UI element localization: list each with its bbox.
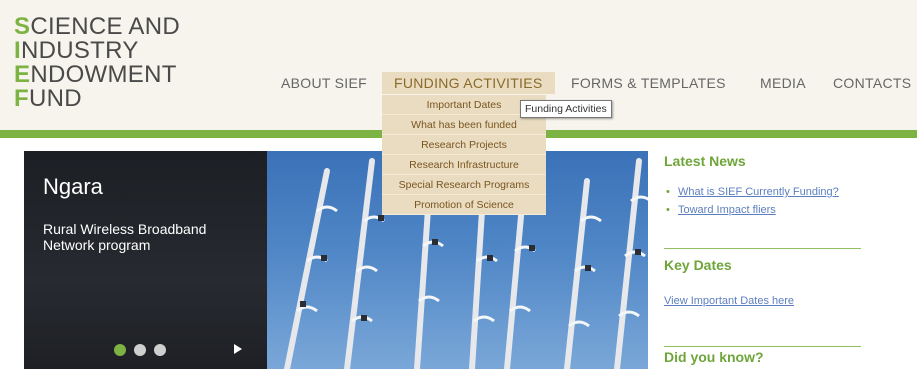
sidebar-divider xyxy=(664,248,861,249)
nav-item-contacts[interactable]: CONTACTS xyxy=(833,72,911,94)
dropdown-item-research-projects[interactable]: Research Projects xyxy=(382,135,546,155)
nav-item-forms-templates[interactable]: FORMS & TEMPLATES xyxy=(571,72,726,94)
logo-line-industry: INDUSTRY xyxy=(14,39,180,63)
slider-dot-2[interactable] xyxy=(134,344,146,356)
hero-title: Ngara xyxy=(43,174,103,199)
logo-initial: S xyxy=(14,13,31,40)
dropdown-item-promotion-of-science[interactable]: Promotion of Science xyxy=(382,195,546,215)
news-link-what-is-sief-funding[interactable]: What is SIEF Currently Funding? xyxy=(678,186,839,198)
latest-news-list: What is SIEF Currently Funding? Toward I… xyxy=(664,183,864,219)
slider-dot-3[interactable] xyxy=(154,344,166,356)
list-item: What is SIEF Currently Funding? xyxy=(664,183,864,201)
hero-slider: Ngara Rural Wireless Broadband Network p… xyxy=(24,151,648,369)
did-you-know-heading: Did you know? xyxy=(664,349,764,365)
logo-text: CIENCE AND xyxy=(30,13,181,40)
logo-initial: I xyxy=(14,37,21,64)
key-dates-heading: Key Dates xyxy=(664,257,732,273)
list-item: Toward Impact fliers xyxy=(664,201,864,219)
news-link-toward-impact-fliers[interactable]: Toward Impact fliers xyxy=(678,204,776,216)
main-nav: ABOUT SIEF FUNDING ACTIVITIES FORMS & TE… xyxy=(0,72,917,94)
latest-news-heading: Latest News xyxy=(664,153,746,169)
logo-text: NDUSTRY xyxy=(20,37,139,64)
nav-item-funding-activities[interactable]: FUNDING ACTIVITIES xyxy=(382,72,555,94)
sidebar-divider xyxy=(664,346,861,347)
slider-dot-1-active[interactable] xyxy=(114,344,126,356)
dropdown-item-research-infrastructure[interactable]: Research Infrastructure xyxy=(382,155,546,175)
logo-line-science: SCIENCE AND xyxy=(14,15,180,39)
site-logo[interactable]: SCIENCE AND INDUSTRY ENDOWMENT FUND xyxy=(14,15,180,111)
hero-subtitle: Rural Wireless Broadband Network program xyxy=(43,221,207,253)
dropdown-item-what-has-been-funded[interactable]: What has been funded xyxy=(382,115,546,135)
play-icon[interactable] xyxy=(234,344,242,354)
view-important-dates-link[interactable]: View Important Dates here xyxy=(664,295,794,307)
nav-item-about-sief[interactable]: ABOUT SIEF xyxy=(281,72,367,94)
tooltip: Funding Activities xyxy=(520,100,612,118)
dropdown-item-special-research-programs[interactable]: Special Research Programs xyxy=(382,175,546,195)
nav-item-media[interactable]: MEDIA xyxy=(760,72,806,94)
